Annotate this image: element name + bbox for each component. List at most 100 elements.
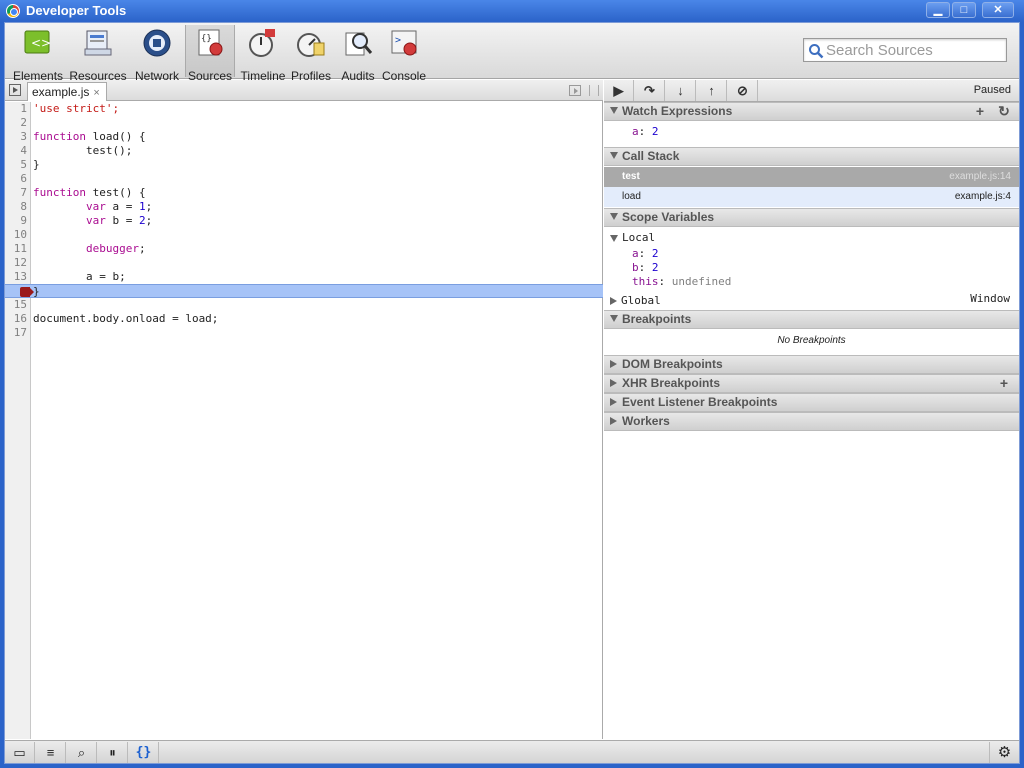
expand-arrow-icon (610, 234, 618, 242)
title-bar: Developer Tools ▁ □ ✕ (0, 0, 1024, 22)
tab-network[interactable]: Network (133, 25, 181, 83)
debugger-toolbar: ▶ ↷ ↓ ↑ ⊘ Paused (604, 80, 1019, 102)
call-frame-test[interactable]: test example.js:14 (604, 167, 1019, 187)
code-line: 15 (13, 298, 27, 311)
breakpoints-header[interactable]: Breakpoints (604, 310, 1019, 329)
dom-breakpoints-header[interactable]: DOM Breakpoints (604, 355, 1019, 374)
step-into-button[interactable]: ↓ (666, 80, 696, 101)
tab-resources[interactable]: Resources (69, 25, 127, 83)
step-over-button[interactable]: ↷ (635, 80, 665, 101)
code-line: 3 function load() { (20, 130, 146, 143)
tab-sources[interactable]: {} Sources (185, 25, 235, 83)
code-editor[interactable]: 1'use strict'; 2 3 function load() { 4 te… (5, 102, 603, 739)
code-line: 16 document.body.onload = load; (13, 312, 219, 325)
svg-text:<>: <> (31, 36, 51, 50)
search-sources-input[interactable] (826, 41, 1002, 59)
split-handle-icon[interactable] (589, 85, 599, 96)
window-title: Developer Tools (26, 3, 127, 18)
navigator-toggle-icon[interactable] (9, 84, 21, 96)
timeline-icon (249, 29, 275, 57)
refresh-watch-button[interactable]: ↻ (996, 103, 1012, 120)
code-line: 8 var a = 1; (20, 200, 153, 213)
code-line: 11 debugger; (13, 242, 146, 255)
code-line: 2 (20, 116, 27, 129)
scope-var-a[interactable]: a: 2 (632, 247, 659, 260)
workers-header[interactable]: Workers (604, 412, 1019, 431)
event-listener-breakpoints-header[interactable]: Event Listener Breakpoints (604, 393, 1019, 412)
watch-item[interactable]: a: 2 (632, 125, 659, 138)
collapse-arrow-icon (610, 379, 617, 387)
devtools-client: <> Elements Resources Network {} Sources… (4, 22, 1020, 764)
scope-var-b[interactable]: b: 2 (632, 261, 659, 274)
deactivate-breakpoints-button[interactable]: ⊘ (728, 80, 758, 101)
file-tab-example-js[interactable]: example.js × (27, 82, 107, 101)
expand-arrow-icon (610, 107, 618, 114)
pause-on-exceptions-button[interactable]: ⏸ (98, 742, 128, 763)
code-line: 7 function test() { (20, 186, 146, 199)
editor-tab-bar: example.js × (5, 80, 603, 101)
svg-text:{}: {} (201, 34, 212, 44)
toggle-debugger-sidebar-icon[interactable] (569, 85, 581, 96)
sources-icon: {} (198, 29, 223, 56)
show-console-button[interactable]: ≡ (36, 742, 66, 763)
profiles-icon (297, 33, 325, 57)
minimize-button[interactable]: ▁ (926, 2, 950, 18)
add-watch-button[interactable]: + (972, 103, 988, 120)
tab-profiles[interactable]: Profiles (289, 25, 333, 83)
code-line: 5} (20, 158, 40, 171)
search-button[interactable]: ⌕ (67, 742, 97, 763)
collapse-arrow-icon (610, 398, 617, 406)
code-line: 12 (13, 256, 27, 269)
code-line: 13 a = b; (13, 270, 126, 283)
console-icon: > (391, 30, 417, 56)
code-line: 1'use strict'; (20, 102, 120, 115)
status-bar: ▭ ≡ ⌕ ⏸ {} ⚙ (5, 740, 1019, 763)
watch-expressions-header[interactable]: Watch Expressions + ↻ (604, 102, 1019, 121)
expand-arrow-icon (610, 213, 618, 220)
code-line: 10 (13, 228, 27, 241)
network-icon (143, 29, 171, 57)
call-frame-load[interactable]: load example.js:4 (604, 187, 1019, 207)
step-out-button[interactable]: ↑ (697, 80, 727, 101)
tab-timeline[interactable]: Timeline (239, 25, 287, 83)
chrome-app-icon (6, 4, 20, 18)
audits-icon (345, 32, 373, 56)
tab-audits[interactable]: Audits (339, 25, 377, 83)
file-tab-label: example.js (32, 85, 90, 99)
code-line: 6 (20, 172, 27, 185)
elements-icon: <> (24, 30, 51, 54)
expand-arrow-icon (610, 315, 618, 322)
xhr-breakpoints-header[interactable]: XHR Breakpoints + (604, 374, 1019, 393)
collapse-arrow-icon (610, 297, 617, 305)
collapse-arrow-icon (610, 417, 617, 425)
tab-elements[interactable]: <> Elements (13, 25, 63, 83)
collapse-arrow-icon (610, 360, 617, 368)
tab-console[interactable]: > Console (381, 25, 427, 83)
execution-pointer-icon (20, 287, 34, 297)
call-stack-header[interactable]: Call Stack (604, 147, 1019, 166)
code-line: 9 var b = 2; (20, 214, 153, 227)
svg-text:>: > (395, 35, 401, 46)
debugger-sidebar: ▶ ↷ ↓ ↑ ⊘ Paused Watch Expressions + ↻ a… (604, 80, 1019, 739)
settings-gear-icon[interactable]: ⚙ (989, 742, 1019, 763)
scope-variables-header[interactable]: Scope Variables (604, 208, 1019, 227)
close-tab-icon[interactable]: × (93, 87, 99, 99)
devtools-window: Developer Tools ▁ □ ✕ <> Elements Resour… (0, 0, 1024, 768)
dock-button[interactable]: ▭ (5, 742, 35, 763)
search-icon (809, 44, 824, 59)
maximize-button[interactable]: □ (952, 2, 976, 18)
scope-var-this[interactable]: this: undefined (632, 275, 731, 288)
paused-status: Paused (973, 84, 1011, 96)
code-line: 4 test(); (20, 144, 133, 157)
scope-local[interactable]: Local (610, 231, 655, 244)
resume-button[interactable]: ▶ (604, 80, 634, 101)
source-pane: example.js × 1'use strict'; 2 3 function l… (5, 80, 603, 739)
scope-global[interactable]: Global Window (610, 292, 1010, 307)
resources-icon (84, 30, 112, 56)
pretty-print-button[interactable]: {} (129, 742, 159, 763)
no-breakpoints-text: No Breakpoints (777, 335, 846, 346)
add-xhr-breakpoint-button[interactable]: + (996, 375, 1012, 392)
close-window-button[interactable]: ✕ (982, 2, 1014, 18)
panel-toolbar: <> Elements Resources Network {} Sources… (5, 23, 1019, 83)
search-sources-box (803, 38, 1007, 62)
